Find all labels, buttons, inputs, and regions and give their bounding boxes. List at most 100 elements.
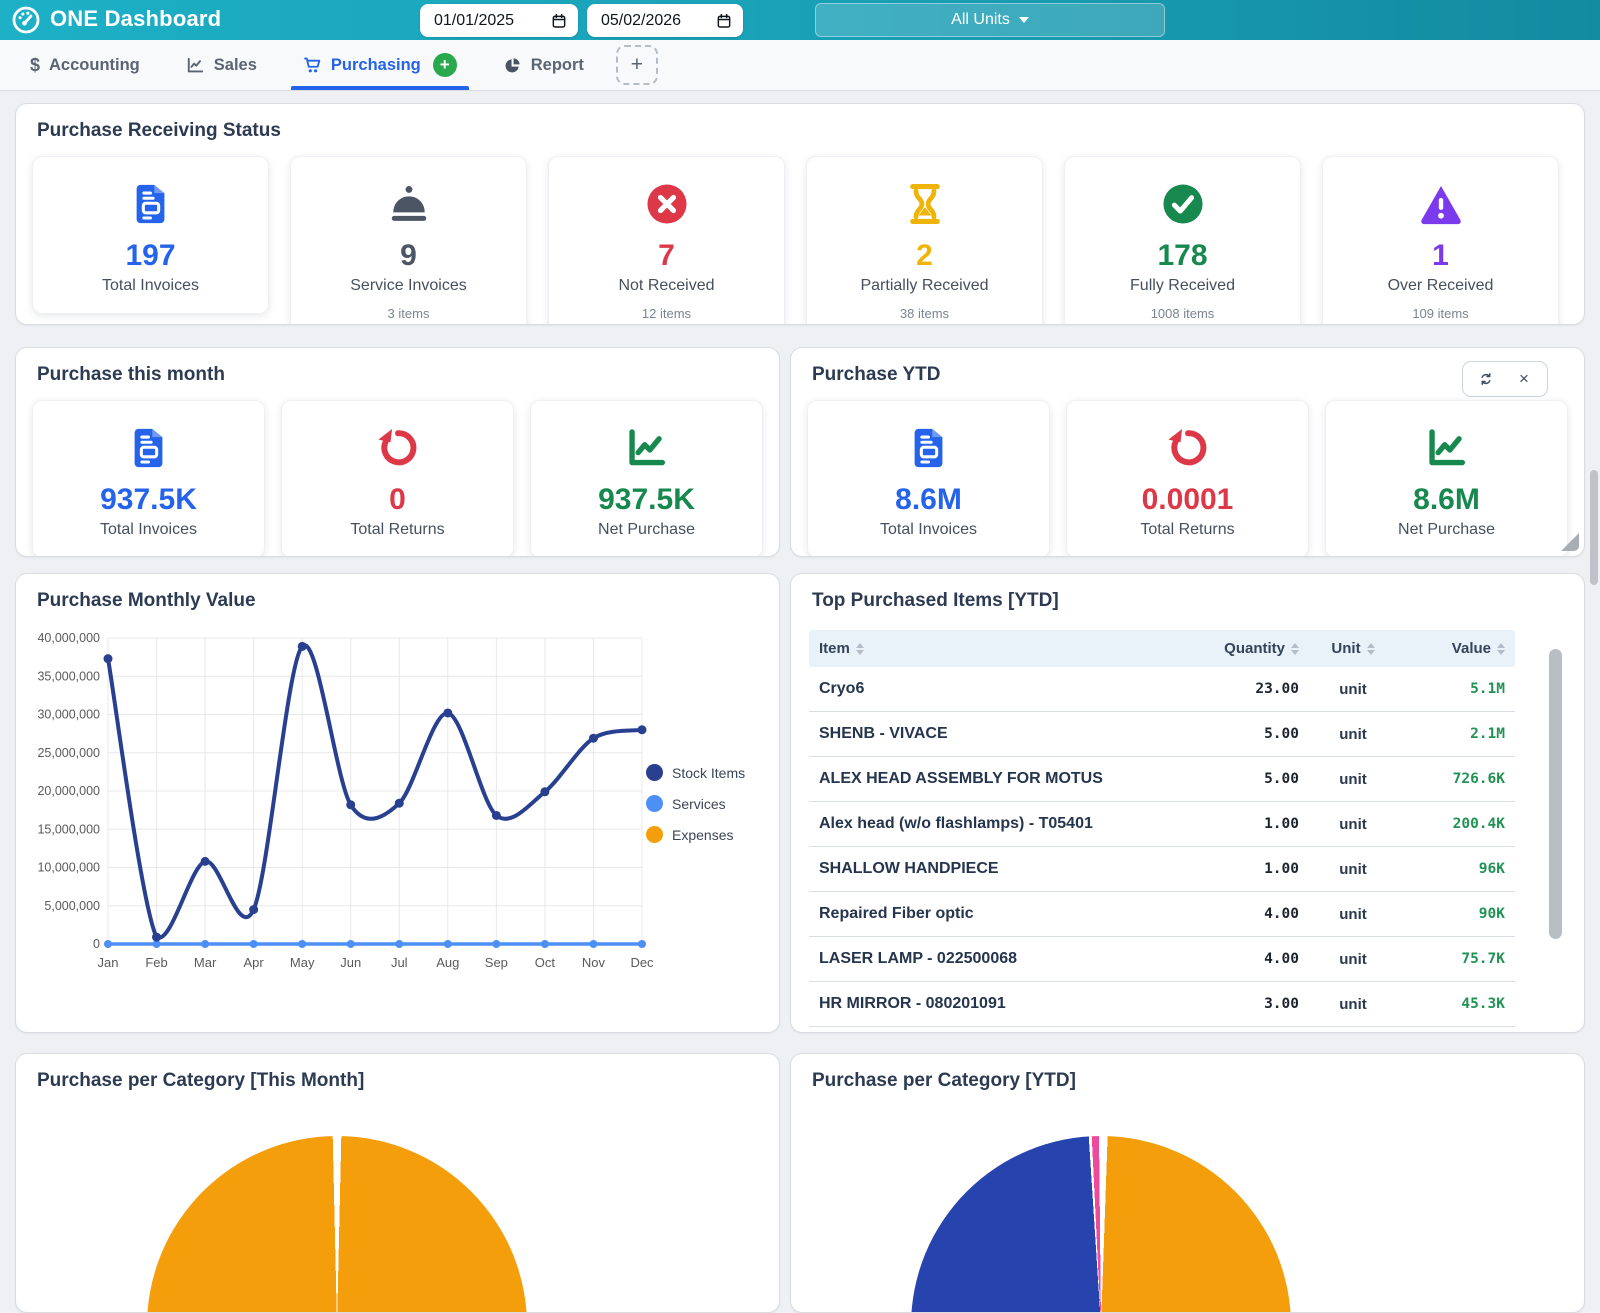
table-scrollbar-thumb[interactable] — [1549, 649, 1562, 939]
hourglass-icon — [902, 181, 948, 227]
dollar-icon: $ — [30, 55, 40, 76]
cart-icon — [303, 56, 322, 75]
svg-text:5,000,000: 5,000,000 — [44, 899, 100, 913]
column-header-item[interactable]: Item — [809, 640, 1191, 657]
purchase-per-category-month-card: Purchase per Category [This Month] — [15, 1053, 780, 1313]
receiving-status-tiles: 1 9 7 Total Invoices 9 Service Invoices 3 … — [32, 156, 1568, 325]
stat-value: 8.6M — [895, 483, 962, 516]
stat-value: 178 — [1157, 239, 1207, 272]
svg-text:Jan: Jan — [98, 955, 119, 970]
page-scrollbar-thumb[interactable] — [1590, 470, 1598, 585]
purchase-receiving-status-card: Purchase Receiving Status 1 9 7 Total Invo… — [15, 103, 1585, 325]
dashboard-tabbar: $ Accounting Sales Purchasing + Report + — [0, 40, 1600, 91]
column-header-quantity[interactable]: Quantity — [1191, 640, 1309, 657]
card-title: Purchase YTD — [812, 364, 940, 386]
unit-filter-dropdown[interactable]: All Units — [815, 3, 1165, 37]
purchase-this-month-card: Purchase this month 937.5K Total Invoice… — [15, 347, 780, 557]
warning-icon — [1418, 181, 1464, 227]
file-invoice-icon — [906, 425, 952, 471]
legend-dot — [646, 826, 663, 843]
stat-label: Fully Received — [1130, 277, 1235, 295]
file-invoice-icon — [128, 181, 174, 227]
table-body: Cryo6 23.00 unit 5.1M SHENB - VIVACE 5.0… — [809, 667, 1515, 1027]
svg-text:40,000,000: 40,000,000 — [37, 631, 100, 645]
stat-sub: 38 items — [900, 306, 949, 321]
stat-value: 7 — [658, 239, 675, 272]
purchase-monthly-value-card: Purchase Monthly Value 05,000,00010,000,… — [15, 573, 780, 1033]
table-row: SHALLOW HANDPIECE 1.00 unit 96K — [809, 847, 1515, 892]
x-circle-icon — [644, 181, 690, 227]
stat-tile: 0 Total Returns — [281, 400, 514, 557]
tab-accounting[interactable]: $ Accounting — [30, 40, 140, 90]
svg-text:20,000,000: 20,000,000 — [37, 784, 100, 798]
category-pie-ytd — [911, 1136, 1291, 1313]
stat-tile: 2 Partially Received 38 items — [806, 156, 1043, 325]
stat-label: Total Invoices — [880, 521, 977, 539]
chart-line-icon — [1424, 425, 1470, 471]
tab-report[interactable]: Report — [503, 40, 584, 90]
stat-value: 0.0001 — [1142, 483, 1234, 516]
date-to-input[interactable]: 05/02/2026 — [587, 4, 743, 37]
sales-chart-icon — [186, 56, 205, 75]
stat-label: Total Invoices — [100, 521, 197, 539]
stat-tile: 178 Fully Received 1008 items — [1064, 156, 1301, 325]
purchase-per-category-ytd-card: Purchase per Category [YTD] — [790, 1053, 1585, 1313]
legend-item[interactable]: Stock Items — [646, 764, 745, 781]
unit-filter-value: All Units — [951, 11, 1010, 29]
date-from-value: 01/01/2025 — [434, 12, 514, 30]
stat-value: 8.6M — [1413, 483, 1480, 516]
table-row: LASER LAMP - 022500068 4.00 unit 75.7K — [809, 937, 1515, 982]
stat-label: Not Received — [618, 277, 714, 295]
ytd-tiles: 8.6M Total Invoices 0.0001 Total Returns… — [807, 400, 1568, 557]
svg-text:Jun: Jun — [340, 955, 361, 970]
stat-label: Total Invoices — [102, 277, 199, 295]
svg-text:May: May — [290, 955, 315, 970]
legend-item[interactable]: Expenses — [646, 826, 745, 843]
card-title: Purchase Receiving Status — [37, 120, 281, 142]
bell-icon — [386, 181, 432, 227]
stat-value: 9 — [400, 239, 417, 272]
refresh-button[interactable] — [1471, 364, 1501, 394]
calendar-icon — [551, 13, 567, 29]
stat-tile: 937.5K Net Purchase — [530, 400, 763, 557]
sort-icon — [1497, 643, 1505, 655]
top-purchased-items-card: Top Purchased Items [YTD] Item Quantity … — [790, 573, 1585, 1033]
column-header-value[interactable]: Value — [1397, 640, 1515, 657]
tab-purchasing[interactable]: Purchasing + — [303, 40, 457, 90]
svg-text:30,000,000: 30,000,000 — [37, 708, 100, 722]
top-items-table: Item Quantity Unit Value Cryo6 23.00 uni… — [809, 630, 1515, 1027]
table-row: ALEX HEAD ASSEMBLY FOR MOTUS 5.00 unit 7… — [809, 757, 1515, 802]
svg-text:Apr: Apr — [244, 955, 265, 970]
svg-text:25,000,000: 25,000,000 — [37, 746, 100, 760]
sort-icon — [856, 643, 864, 655]
date-from-input[interactable]: 01/01/2025 — [420, 4, 578, 37]
svg-text:15,000,000: 15,000,000 — [37, 822, 100, 836]
table-row: Alex head (w/o flashlamps) - T05401 1.00… — [809, 802, 1515, 847]
stat-tile: 8.6M Net Purchase — [1325, 400, 1568, 557]
date-to-value: 05/02/2026 — [601, 12, 681, 30]
svg-text:Jul: Jul — [391, 955, 408, 970]
category-pie-this-month — [147, 1136, 527, 1313]
stat-label: Over Received — [1388, 277, 1494, 295]
stat-tile: 9 Service Invoices 3 items — [290, 156, 527, 325]
legend-item[interactable]: Services — [646, 795, 745, 812]
widget-controls: × — [1462, 361, 1548, 397]
column-header-unit[interactable]: Unit — [1309, 640, 1397, 657]
table-header-row: Item Quantity Unit Value — [809, 630, 1515, 667]
tab-label: Report — [531, 56, 584, 75]
stat-label: Net Purchase — [1398, 521, 1495, 539]
stat-tile: 8.6M Total Invoices — [807, 400, 1050, 557]
add-widget-button[interactable]: + — [433, 53, 457, 77]
app-header: ONE Dashboard 01/01/2025 05/02/2026 All … — [0, 0, 1600, 40]
tab-sales[interactable]: Sales — [186, 40, 257, 90]
month-tiles: 937.5K Total Invoices 0 Total Returns 93… — [32, 400, 763, 557]
tab-label: Purchasing — [331, 56, 421, 75]
calendar-icon — [716, 13, 732, 29]
stat-value: 1 — [1432, 239, 1449, 272]
add-tab-button[interactable]: + — [616, 45, 658, 85]
stat-tile: 1 Over Received 109 items — [1322, 156, 1559, 325]
check-circle-icon — [1160, 181, 1206, 227]
stat-value: 937.5K — [100, 483, 197, 516]
close-widget-button[interactable]: × — [1509, 364, 1539, 394]
chevron-down-icon — [1019, 17, 1029, 23]
